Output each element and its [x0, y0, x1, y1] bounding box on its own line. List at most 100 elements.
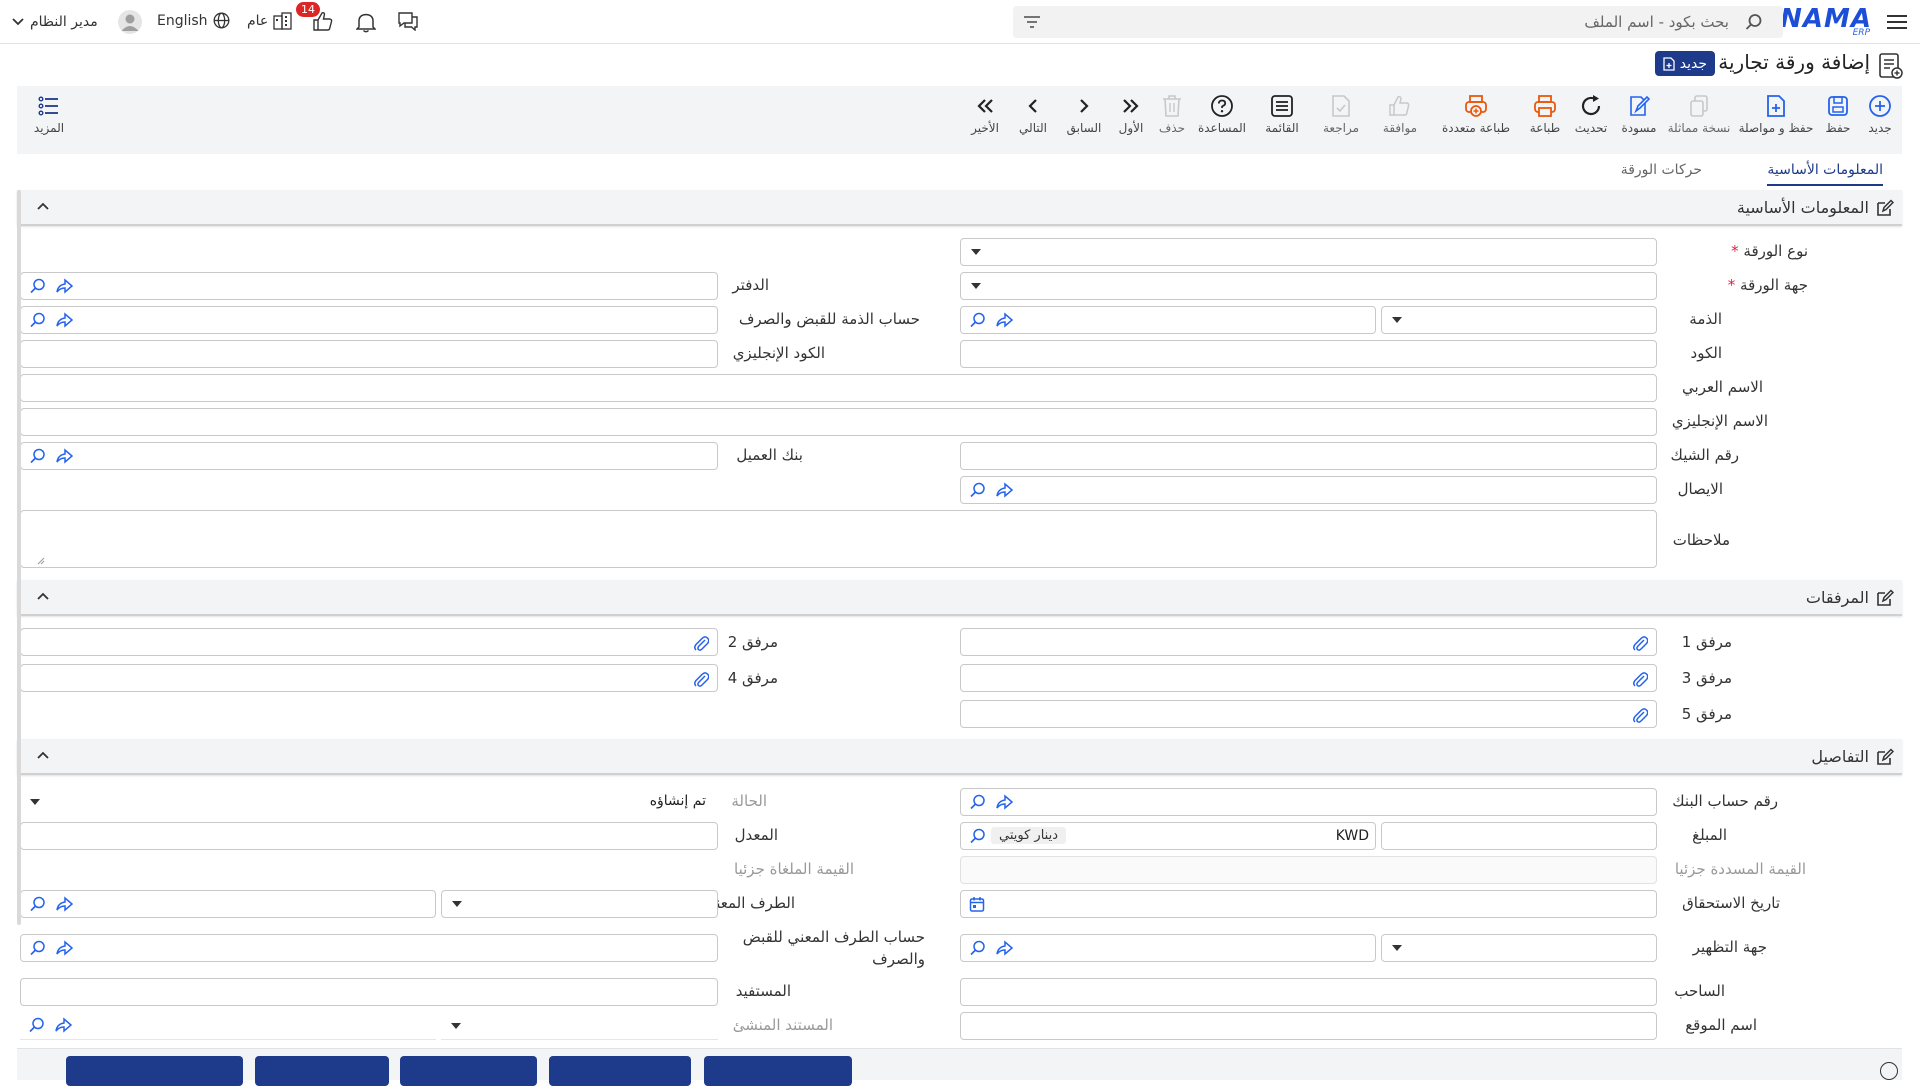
calendar-icon[interactable]	[969, 896, 985, 912]
paperclip-icon[interactable]	[1632, 670, 1648, 688]
tab-paper-movements[interactable]: حركات الورقة	[1621, 162, 1702, 178]
approve-button[interactable]: موافقة	[1370, 94, 1430, 135]
search-refresh-icon[interactable]	[29, 940, 47, 956]
notes-textarea[interactable]	[20, 510, 1657, 568]
section-details-header[interactable]: التفاصيل	[17, 739, 1902, 775]
receivable-account-lookup[interactable]	[20, 306, 718, 334]
concerned-party-type-select[interactable]	[441, 890, 718, 918]
next-button[interactable]: التالي	[1008, 94, 1058, 135]
print-button[interactable]: طباعة	[1522, 94, 1568, 135]
receivable-lookup[interactable]	[960, 306, 1376, 334]
copy-button[interactable]: نسخة مماثلة	[1664, 94, 1734, 135]
paper-type-select[interactable]	[960, 238, 1657, 266]
chevron-up-icon[interactable]	[37, 751, 49, 759]
share-icon[interactable]	[55, 896, 73, 912]
search-refresh-icon[interactable]	[969, 794, 987, 810]
concerned-account-lookup[interactable]	[20, 934, 718, 962]
site-name-input[interactable]	[960, 1012, 1657, 1040]
section-attachments-header[interactable]: المرفقات	[17, 580, 1902, 616]
english-code-input[interactable]	[20, 340, 718, 368]
action-button-1[interactable]	[66, 1056, 243, 1086]
save-continue-button[interactable]: حفظ و مواصلة	[1734, 94, 1818, 135]
client-bank-lookup[interactable]	[20, 442, 718, 470]
drawer-input[interactable]	[960, 978, 1657, 1006]
scrollbar[interactable]	[17, 190, 21, 925]
multi-print-button[interactable]: طباعة متعددة	[1430, 94, 1522, 135]
action-button-3[interactable]	[400, 1056, 537, 1086]
share-icon[interactable]	[995, 940, 1013, 956]
help-button[interactable]: المساعدة	[1192, 94, 1252, 135]
action-button-2[interactable]	[255, 1056, 389, 1086]
amount-input[interactable]	[1381, 822, 1657, 850]
rate-input[interactable]	[20, 822, 718, 850]
status-select[interactable]: تم إنشاؤه	[20, 788, 718, 816]
bell-icon[interactable]	[356, 11, 376, 33]
chat-icon[interactable]	[397, 11, 419, 31]
share-icon[interactable]	[995, 482, 1013, 498]
menu-icon[interactable]	[1886, 11, 1908, 33]
endorsement-party-select[interactable]	[1381, 934, 1657, 962]
search-refresh-icon[interactable]	[29, 312, 47, 328]
section-basic-header[interactable]: المعلومات الأساسية	[17, 190, 1902, 226]
search-refresh-icon[interactable]	[29, 278, 47, 294]
approvals-button[interactable]: 14	[296, 2, 334, 32]
tab-basic-info[interactable]: المعلومات الأساسية	[1767, 162, 1883, 186]
paperclip-icon[interactable]	[693, 670, 709, 688]
draft-button[interactable]: مسودة	[1614, 94, 1664, 135]
english-name-input[interactable]	[20, 408, 1657, 436]
previous-button[interactable]: السابق	[1058, 94, 1110, 135]
share-icon[interactable]	[995, 794, 1013, 810]
share-icon[interactable]	[55, 312, 73, 328]
chevron-up-icon[interactable]	[37, 592, 49, 600]
paperclip-icon[interactable]	[1632, 706, 1648, 724]
search-refresh-icon[interactable]	[969, 940, 987, 956]
check-number-input[interactable]	[960, 442, 1657, 470]
share-icon[interactable]	[995, 312, 1013, 328]
resize-handle-icon[interactable]	[37, 557, 45, 565]
review-button[interactable]: مراجعة	[1312, 94, 1370, 135]
concerned-party-lookup[interactable]	[20, 890, 436, 918]
circle-icon[interactable]	[1880, 1062, 1898, 1080]
general-switch[interactable]: عام	[247, 12, 292, 30]
attachment-4-input[interactable]	[20, 664, 718, 692]
code-input[interactable]	[960, 340, 1657, 368]
new-button[interactable]: جديد	[1858, 94, 1902, 135]
refresh-button[interactable]: تحديث	[1568, 94, 1614, 135]
currency-lookup[interactable]: دينار كويتي KWD	[960, 822, 1376, 850]
endorsement-account-lookup[interactable]	[960, 934, 1376, 962]
save-button[interactable]: حفظ	[1818, 94, 1858, 135]
share-icon[interactable]	[55, 278, 73, 294]
language-switch[interactable]: English	[157, 12, 230, 29]
paperclip-icon[interactable]	[1632, 634, 1648, 652]
attachment-5-input[interactable]	[960, 700, 1657, 728]
beneficiary-input[interactable]	[20, 978, 718, 1006]
bank-account-no-lookup[interactable]	[960, 788, 1657, 816]
receipt-lookup[interactable]	[960, 476, 1657, 504]
chevron-up-icon[interactable]	[37, 202, 49, 210]
paperclip-icon[interactable]	[693, 634, 709, 652]
more-button[interactable]: المزيد	[27, 94, 71, 135]
filter-icon[interactable]	[1023, 14, 1041, 30]
receivable-type-select[interactable]	[1381, 306, 1657, 334]
search-refresh-icon[interactable]	[29, 448, 47, 464]
search-refresh-icon[interactable]	[969, 482, 987, 498]
share-icon[interactable]	[55, 448, 73, 464]
search-box[interactable]: بحث بكود - اسم الملف	[1013, 6, 1783, 38]
user-menu[interactable]: مدير النظام	[12, 10, 142, 34]
due-date-input[interactable]	[960, 890, 1657, 918]
attachment-1-input[interactable]	[960, 628, 1657, 656]
attachment-3-input[interactable]	[960, 664, 1657, 692]
search-refresh-icon[interactable]	[969, 312, 987, 328]
attachment-2-input[interactable]	[20, 628, 718, 656]
search-refresh-icon[interactable]	[29, 896, 47, 912]
search-refresh-icon[interactable]	[969, 828, 987, 844]
action-button-5[interactable]	[704, 1056, 852, 1086]
first-button[interactable]: الأول	[1110, 94, 1152, 135]
list-button[interactable]: القائمة	[1252, 94, 1312, 135]
share-icon[interactable]	[55, 940, 73, 956]
paper-party-select[interactable]	[960, 272, 1657, 300]
arabic-name-input[interactable]	[20, 374, 1657, 402]
action-button-4[interactable]	[549, 1056, 691, 1086]
delete-button[interactable]: حذف	[1152, 94, 1192, 135]
last-button[interactable]: الأخير	[962, 94, 1008, 135]
